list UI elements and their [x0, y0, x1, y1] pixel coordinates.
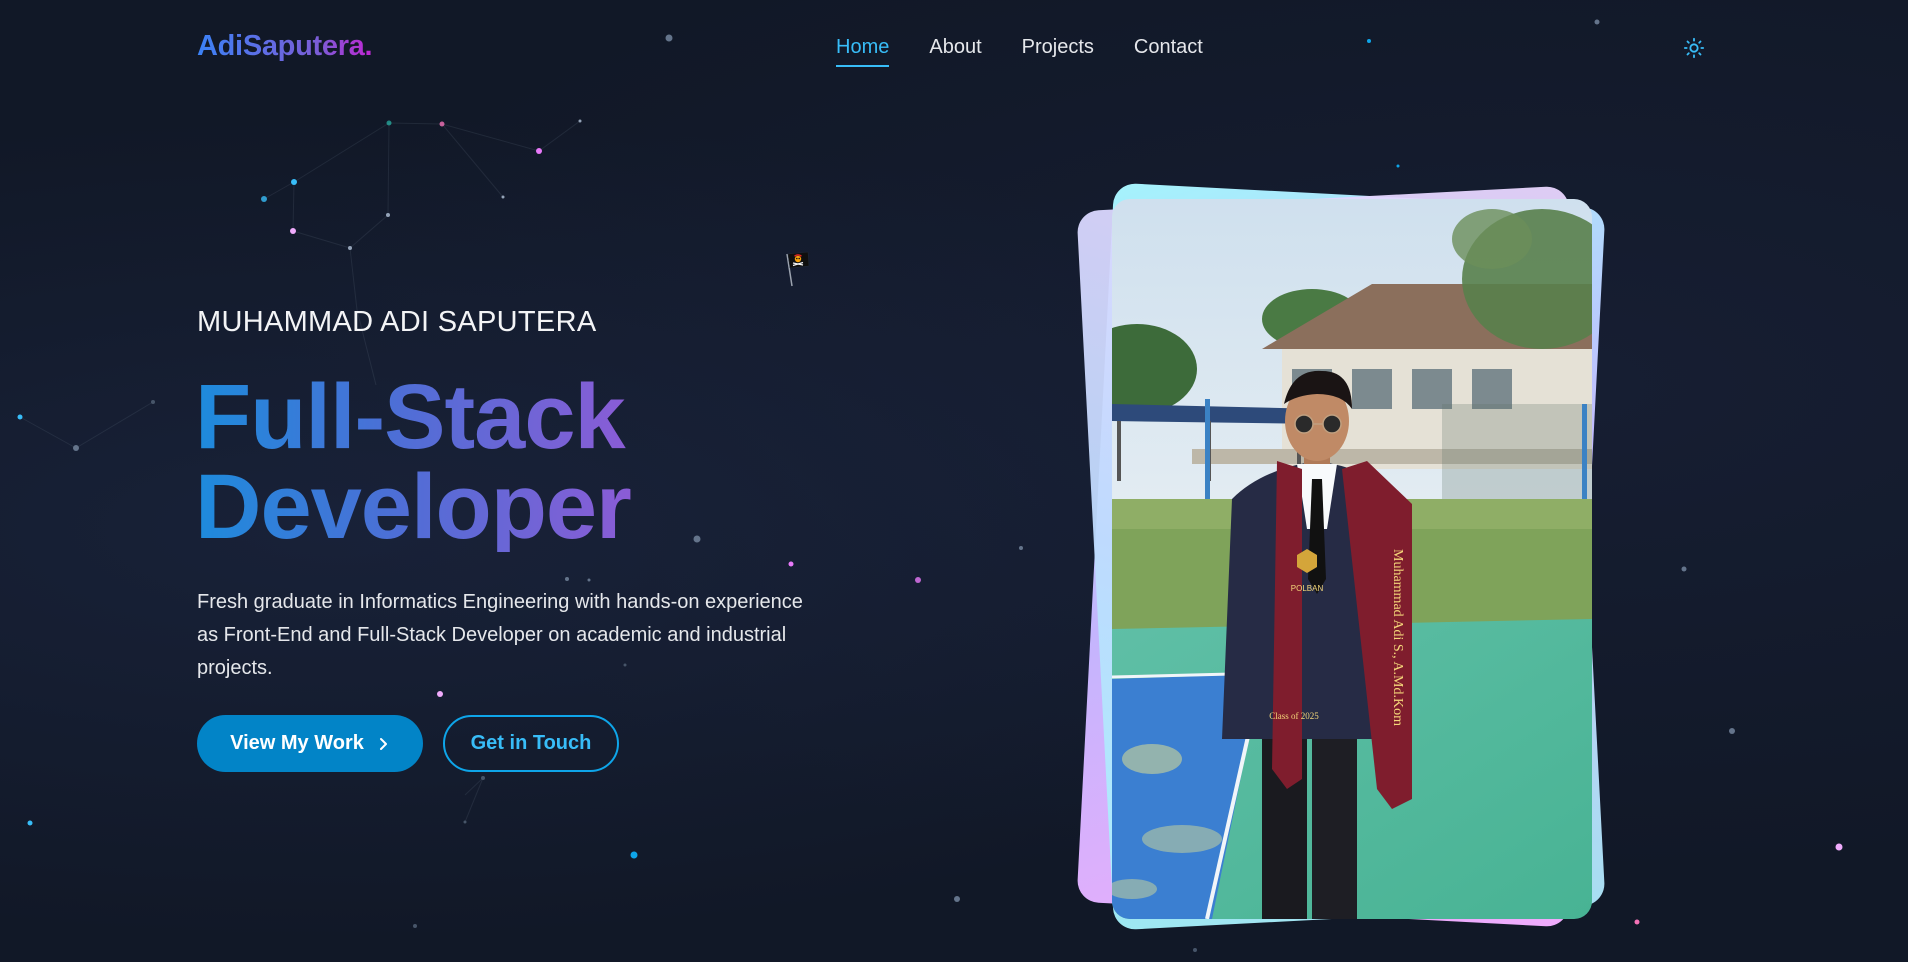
hero-title: Full-Stack Developer — [195, 372, 631, 552]
theme-toggle-button[interactable] — [1682, 36, 1706, 60]
nav-contact-link[interactable]: Contact — [1134, 36, 1203, 65]
site-header: AdiSaputera. Home About Projects Contact — [0, 0, 1908, 96]
site-logo[interactable]: AdiSaputera. — [197, 30, 373, 63]
sun-icon — [1683, 37, 1705, 59]
get-in-touch-button[interactable]: Get in Touch — [443, 715, 619, 772]
stole-class-text: Class of 2025 — [1269, 711, 1319, 721]
profile-photo: POLBAN Class of 2025 Muhammad Adi S., A.… — [1112, 199, 1592, 919]
view-my-work-label: View My Work — [230, 732, 364, 754]
hero-description: Fresh graduate in Informatics Engineerin… — [197, 591, 803, 679]
hero-title-line-1: Full-Stack — [195, 366, 625, 468]
nav-about-link[interactable]: About — [929, 36, 981, 65]
stole-name-text: Muhammad Adi S., A.Md.Kom — [1390, 549, 1405, 726]
main-nav: Home About Projects Contact — [836, 36, 1203, 67]
hero-name: MUHAMMAD ADI SAPUTERA — [197, 306, 597, 338]
nav-projects-link[interactable]: Projects — [1022, 36, 1094, 65]
stole-badge-text: POLBAN — [1291, 584, 1324, 593]
hero-title-line-2: Developer — [195, 456, 631, 558]
page: AdiSaputera. Home About Projects Contact — [0, 0, 1908, 962]
view-my-work-button[interactable]: View My Work — [197, 715, 423, 772]
nav-home-link[interactable]: Home — [836, 36, 890, 67]
get-in-touch-label: Get in Touch — [470, 732, 592, 754]
chevron-right-icon — [379, 737, 387, 750]
pirate-flag-icon[interactable] — [782, 250, 810, 288]
